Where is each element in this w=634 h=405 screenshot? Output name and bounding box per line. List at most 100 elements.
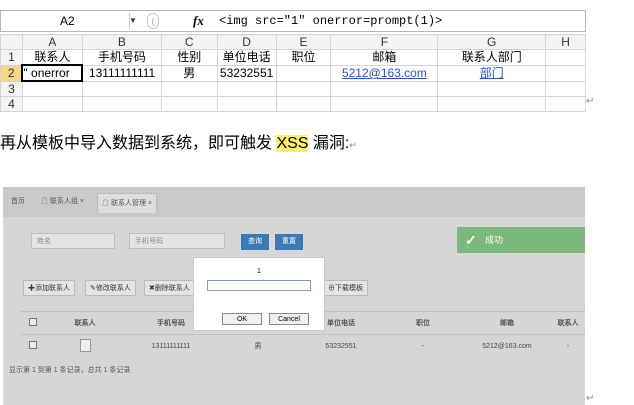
email-link[interactable]: 5212@163.com: [330, 64, 439, 82]
select-all-checkbox[interactable]: [20, 311, 45, 335]
cell[interactable]: [437, 80, 547, 97]
cell[interactable]: [275, 64, 332, 82]
success-text: 成功: [485, 235, 504, 245]
select-all-corner[interactable]: [0, 34, 23, 50]
formula-bar: A2 ▼ ( fx <img src="1" onerror=prompt(1)…: [0, 10, 586, 32]
ok-button[interactable]: OK: [222, 313, 262, 325]
row-header[interactable]: 4: [0, 96, 23, 112]
delete-contact-button[interactable]: ✖删除联系人: [144, 280, 194, 296]
sheet-row: 2 " onerror 13111111111 男 53232551 5212@…: [0, 64, 586, 82]
dept-cell: -: [551, 334, 585, 357]
cell[interactable]: [81, 80, 162, 97]
column-header[interactable]: E: [275, 34, 332, 50]
check-icon: ✓: [465, 232, 477, 248]
active-cell[interactable]: " onerror: [21, 64, 84, 82]
gender-cell: 男: [217, 334, 299, 357]
unit-phone-cell: 53232551: [299, 334, 383, 357]
button-label: 修改联系人: [95, 285, 131, 292]
cell[interactable]: 53232551: [216, 64, 277, 82]
tab-contact-management[interactable]: ☖ 联系人管理 ×: [97, 193, 157, 213]
cell[interactable]: [160, 96, 218, 112]
cell[interactable]: [216, 80, 277, 97]
row-header[interactable]: 1: [0, 49, 23, 66]
phone-search-input[interactable]: 手机号码: [129, 233, 225, 249]
cell[interactable]: [545, 64, 586, 82]
cell[interactable]: [437, 96, 547, 112]
query-button[interactable]: 查询: [241, 234, 269, 250]
cell[interactable]: 性别: [160, 49, 218, 66]
formula-input[interactable]: <img src="1" onerror=prompt(1)>: [219, 13, 442, 29]
tab-contact-groups[interactable]: ☖ 联系人组 ×: [41, 196, 84, 206]
button-label: 下载模板: [335, 285, 363, 292]
paragraph-mark: ↵: [586, 96, 595, 107]
dialog-input[interactable]: [207, 280, 311, 291]
tab-home[interactable]: 首页: [11, 196, 25, 206]
sheet-grid: A B C D E F G H 1 联系人 手机号码 性别 单位电话 职位 邮箱…: [0, 34, 586, 112]
sheet-row: 3: [0, 80, 586, 97]
cell[interactable]: [545, 80, 586, 97]
name-box[interactable]: A2: [4, 13, 130, 29]
pagination-info: 显示第 1 到第 1 条记录，总共 1 条记录: [9, 367, 131, 374]
column-header[interactable]: G: [437, 34, 547, 50]
column-header[interactable]: B: [81, 34, 162, 50]
fx-icon[interactable]: fx: [193, 13, 204, 29]
cell[interactable]: [160, 80, 218, 97]
row-header[interactable]: 2: [0, 64, 23, 82]
table-row: 13111111111 男 53232551 - 5212@163.com -: [20, 334, 585, 357]
cell[interactable]: 职位: [275, 49, 332, 66]
cell[interactable]: [216, 96, 277, 112]
embedded-screenshot: 首页 ☖ 联系人组 × ☖ 联系人管理 × 姓名 手机号码 查询 重置 ✓ 成功…: [3, 187, 585, 405]
prompt-dialog: 1 OK Cancel: [193, 257, 325, 331]
download-template-button[interactable]: ⊕下载模板: [323, 280, 368, 296]
email-cell: 5212@163.com: [463, 334, 551, 357]
cell[interactable]: 邮箱: [330, 49, 439, 66]
cell[interactable]: 13111111111: [81, 64, 162, 82]
column-header: 联系人: [551, 311, 585, 335]
column-header[interactable]: F: [330, 34, 439, 50]
cell[interactable]: [545, 96, 586, 112]
dept-link[interactable]: 部门: [437, 64, 547, 82]
position-cell: -: [383, 334, 463, 357]
sheet-row: 1 联系人 手机号码 性别 单位电话 职位 邮箱 联系人部门: [0, 49, 586, 66]
sentence-text: 漏洞:: [308, 135, 350, 152]
name-search-input[interactable]: 姓名: [31, 233, 115, 249]
cell[interactable]: [81, 96, 162, 112]
add-contact-button[interactable]: ✚添加联系人: [23, 280, 75, 296]
cell[interactable]: 联系人: [21, 49, 83, 66]
button-label: 添加联系人: [35, 285, 70, 292]
cell[interactable]: 联系人部门: [437, 49, 547, 66]
column-header-row: A B C D E F G H: [0, 34, 586, 50]
row-header[interactable]: 3: [0, 80, 23, 97]
cell[interactable]: 单位电话: [216, 49, 277, 66]
sentence-text: 再从模板中导入数据到系统，即可触发: [0, 135, 277, 152]
column-header[interactable]: A: [21, 34, 83, 50]
cell[interactable]: [21, 80, 83, 97]
tab-label: 联系人组: [49, 198, 78, 205]
document-sentence: 再从模板中导入数据到系统，即可触发 XSS 漏洞:↵: [0, 133, 357, 156]
highlighted-term: XSS: [276, 135, 309, 152]
column-header[interactable]: H: [545, 34, 586, 50]
row-checkbox[interactable]: [20, 334, 45, 357]
cell[interactable]: 手机号码: [81, 49, 162, 66]
cancel-icon[interactable]: (: [147, 13, 159, 29]
cell[interactable]: [330, 96, 439, 112]
cell[interactable]: [330, 80, 439, 97]
sheet-row: 4: [0, 96, 586, 112]
column-header[interactable]: D: [216, 34, 277, 50]
broken-image-icon: [45, 334, 125, 357]
excel-fragment: A2 ▼ ( fx <img src="1" onerror=prompt(1)…: [0, 10, 586, 112]
cell[interactable]: [275, 96, 332, 112]
spreadsheet: A B C D E F G H 1 联系人 手机号码 性别 单位电话 职位 邮箱…: [0, 34, 586, 112]
dialog-message: 1: [257, 268, 261, 275]
cell[interactable]: 男: [160, 64, 218, 82]
cancel-button[interactable]: Cancel: [269, 313, 309, 325]
column-header: 联系人: [45, 311, 125, 335]
cell[interactable]: [21, 96, 83, 112]
column-header[interactable]: C: [160, 34, 218, 50]
column-header: 邮箱: [463, 311, 551, 335]
edit-contact-button[interactable]: ✎修改联系人: [85, 280, 136, 296]
cell[interactable]: [275, 80, 332, 97]
cell[interactable]: [545, 49, 586, 66]
reset-button[interactable]: 重置: [275, 234, 303, 250]
name-box-dropdown-icon[interactable]: ▼: [129, 14, 137, 28]
